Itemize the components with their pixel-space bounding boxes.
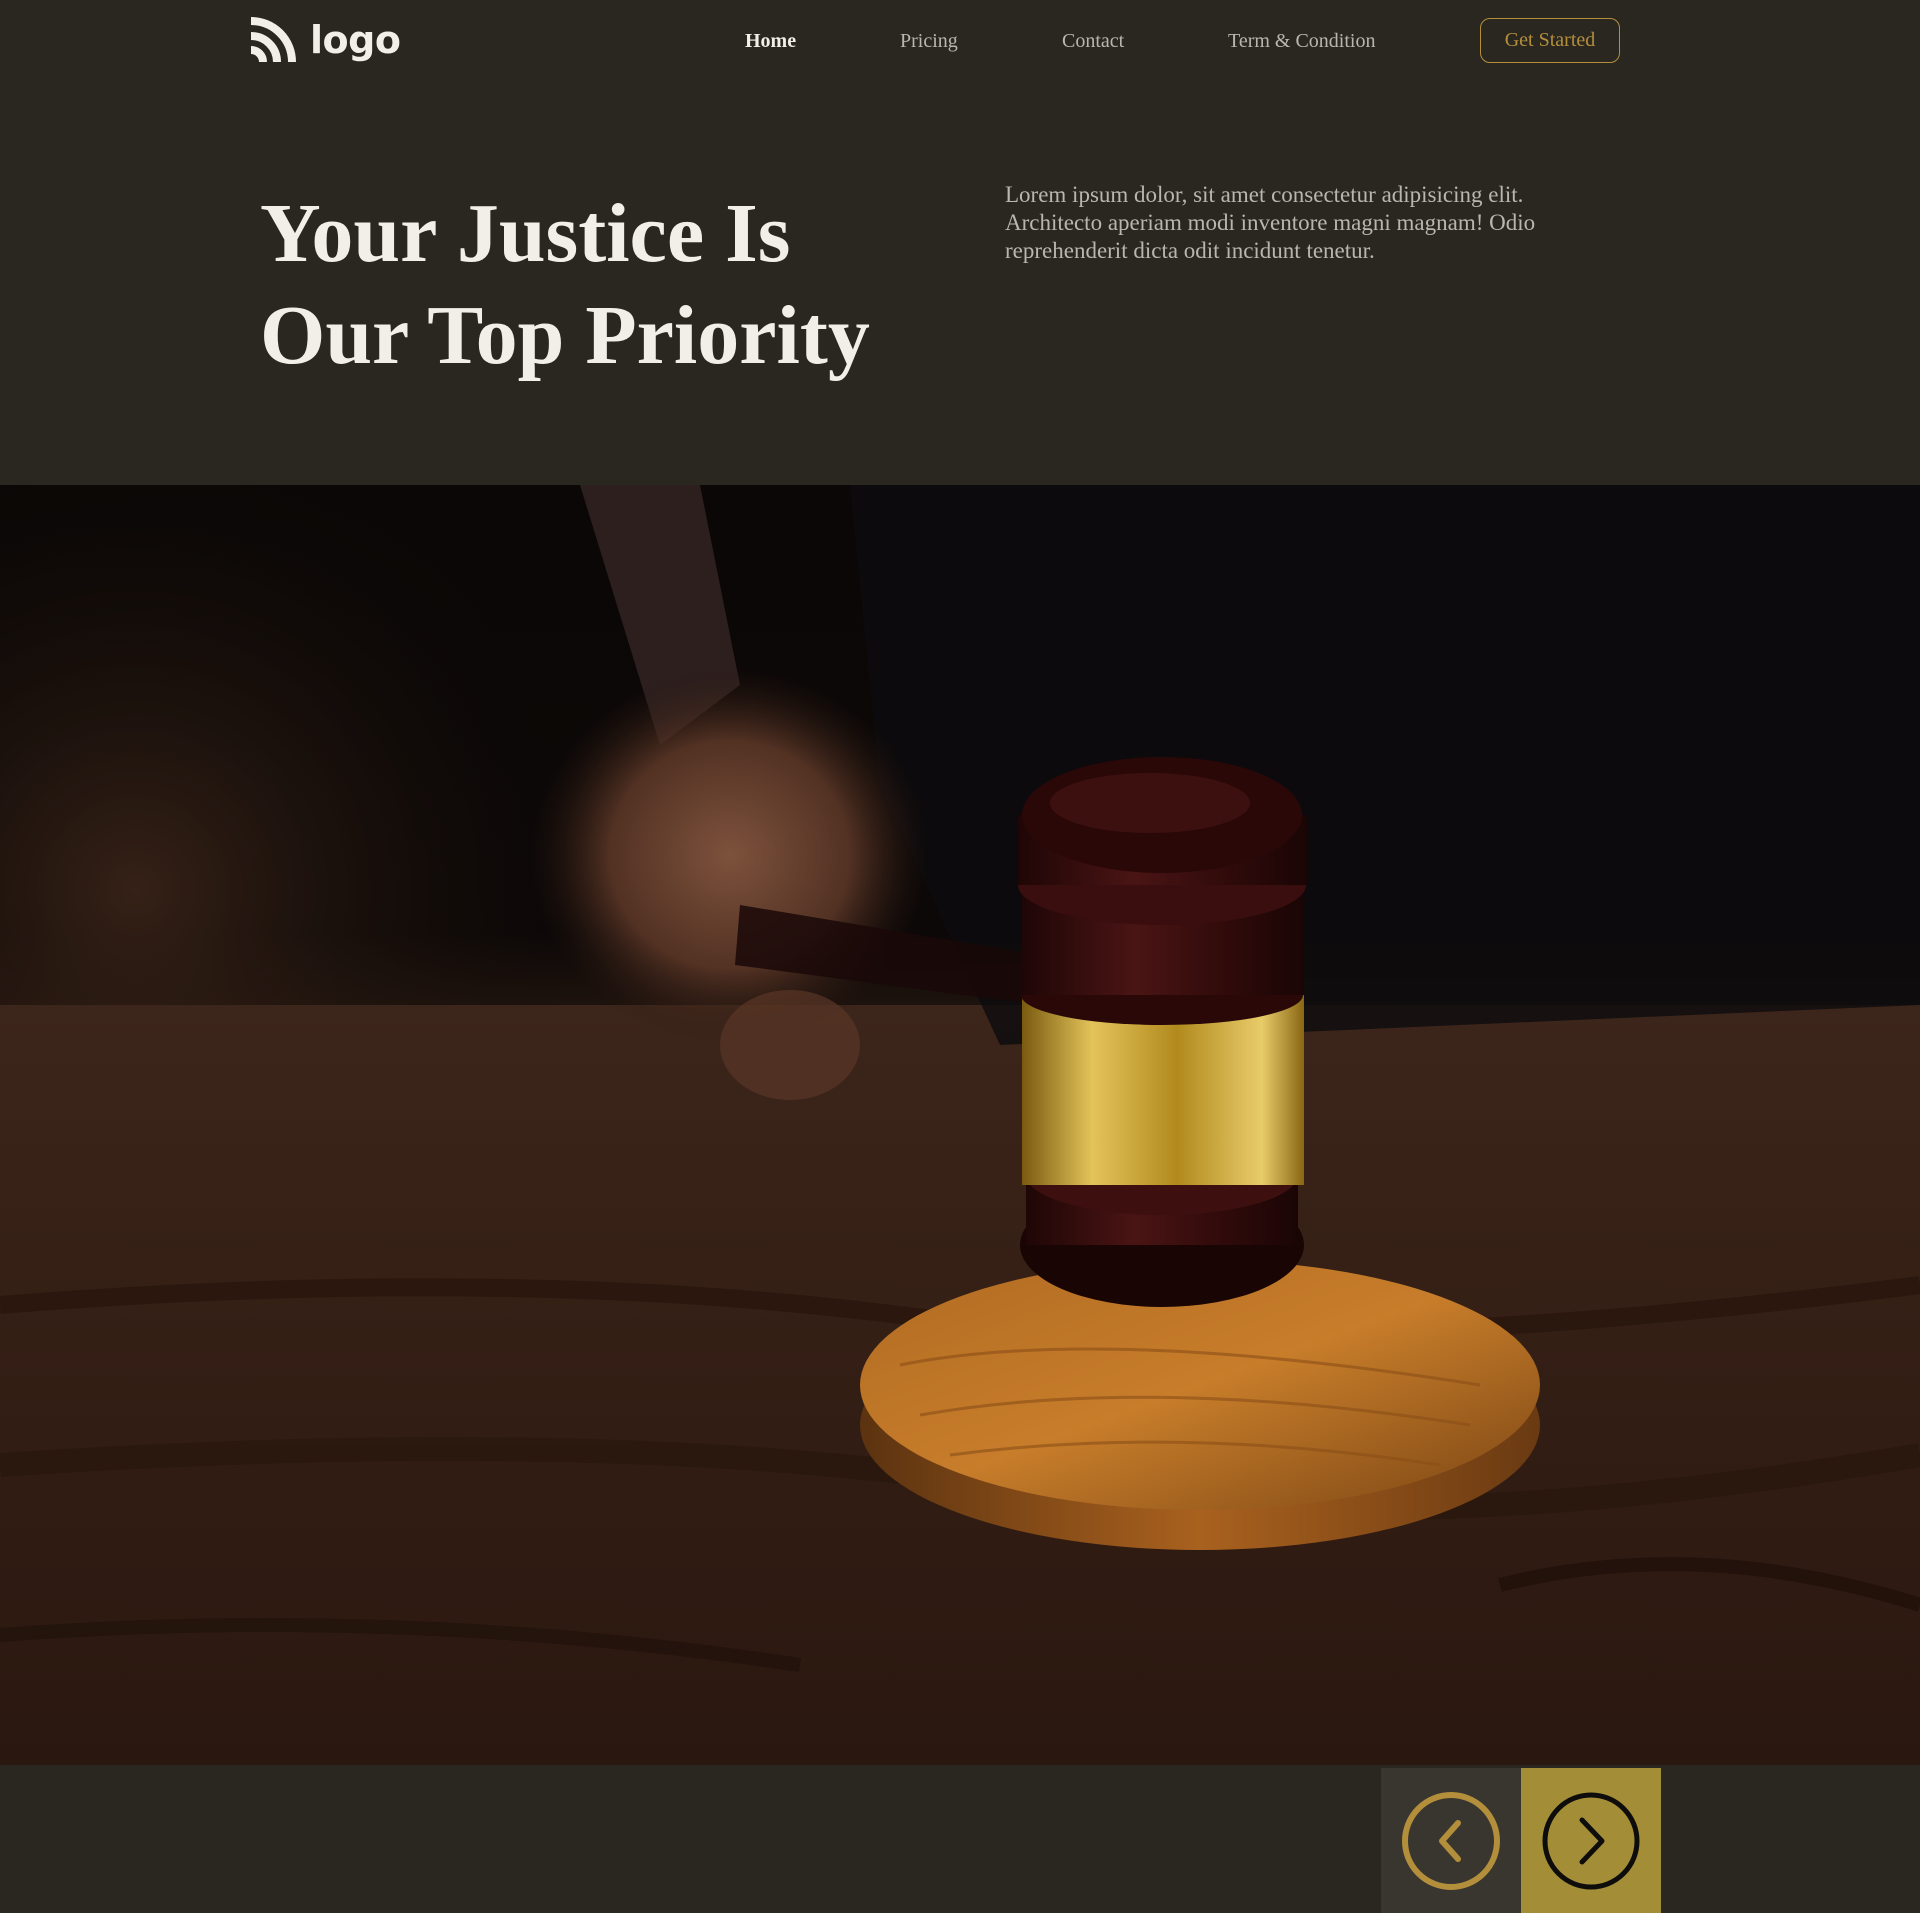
get-started-button[interactable]: Get Started <box>1480 18 1620 63</box>
nav-link-contact[interactable]: Contact <box>1062 23 1124 59</box>
slider-next-button[interactable] <box>1521 1768 1661 1913</box>
chevron-right-circle-icon <box>1542 1792 1640 1889</box>
navbar: logo Home Pricing Contact Term & Conditi… <box>0 0 1920 80</box>
hero-title-line2: Our Top Priority <box>260 289 870 382</box>
chevron-left-circle-icon <box>1402 1791 1500 1890</box>
logo-icon <box>250 17 296 63</box>
nav-link-home[interactable]: Home <box>745 23 796 59</box>
hero-description: Lorem ipsum dolor, sit amet consectetur … <box>1005 182 1536 263</box>
nav-link-terms[interactable]: Term & Condition <box>1228 23 1375 59</box>
hero-image-gavel <box>0 485 1920 1765</box>
slider-prev-button[interactable] <box>1381 1768 1521 1913</box>
logo[interactable]: logo <box>248 14 401 66</box>
logo-text: logo <box>310 18 401 62</box>
nav-link-pricing[interactable]: Pricing <box>900 23 958 59</box>
hero-title-line1: Your Justice Is <box>260 187 791 280</box>
hero-title: Your Justice Is Our Top Priority <box>260 183 870 387</box>
